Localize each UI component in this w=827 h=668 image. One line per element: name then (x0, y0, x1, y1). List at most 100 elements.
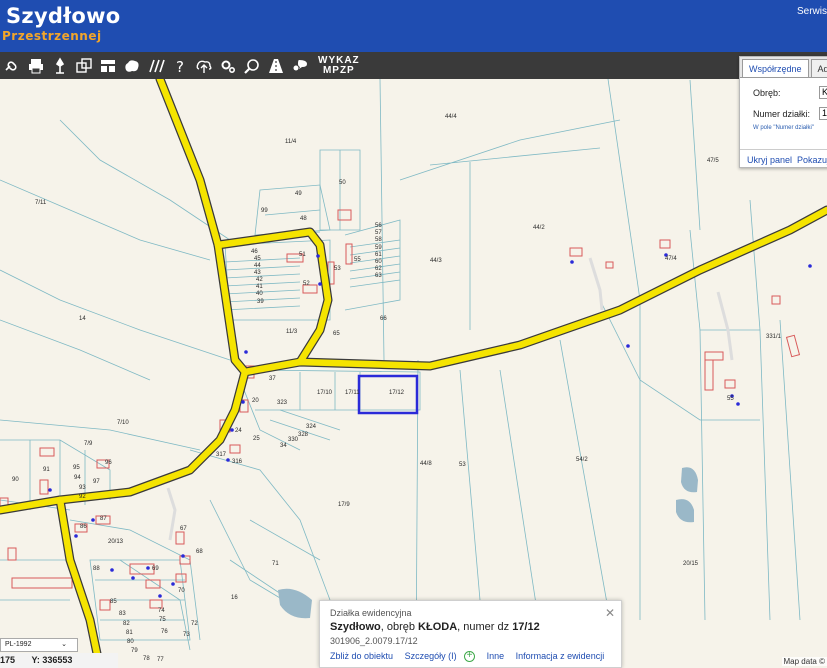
parcel-number-label: 63 (375, 273, 382, 279)
registry-info-link[interactable]: Informacja z ewidencji (516, 651, 605, 661)
pin-icon[interactable] (48, 54, 72, 78)
parcel-number-label: 80 (127, 639, 134, 645)
parcel-number-label: 20/13 (108, 539, 124, 545)
y-coordinate: 336553 (42, 655, 73, 665)
popup-number: 17/12 (512, 621, 540, 633)
parcel-number-label: 90 (12, 477, 19, 483)
parcel-number-label: 11/3 (286, 329, 298, 335)
cloud-upload-icon[interactable] (192, 54, 216, 78)
popup-links: Zbliż do obiektu Szczegóły (I) + Inne In… (330, 651, 613, 663)
road-icon[interactable] (264, 54, 288, 78)
layers-icon[interactable] (72, 54, 96, 78)
wykaz-mpzp-button[interactable]: WYKAZ MPZP (318, 54, 360, 76)
parcel-number-label: 91 (43, 467, 50, 473)
map-canvas[interactable]: 11/4 44/4 47/5 7/11 49 50 99 48 44/2 56 57 58 59 61 60… (0, 79, 827, 668)
wykaz-label: WYKAZ (318, 54, 360, 66)
parcel-number-field[interactable]: 1 (819, 107, 827, 120)
app-title: Szydłowo (6, 4, 121, 28)
parcel-number-label: 92 (79, 494, 86, 500)
parcel-number-label: 331/1 (766, 334, 782, 340)
parcel-number-label: 49 (295, 191, 302, 197)
parcel-number-label: 20/15 (683, 561, 699, 567)
parcel-number-label: 79 (131, 648, 138, 654)
parcel-number-label: Numer działki: (753, 109, 811, 119)
parcel-number-label: 94 (74, 475, 81, 481)
parcel-number-label: 34 (280, 443, 287, 449)
parcel-number-label: 323 (277, 400, 288, 406)
popup-title: Działka ewidencyjna (330, 608, 412, 618)
parcel-number-label: 95 (73, 465, 80, 471)
parcel-number-label: 17/11 (345, 390, 360, 396)
zoom-to-object-link[interactable]: Zbliż do obiektu (330, 651, 393, 661)
parcel-number-label: 17/10 (317, 390, 333, 396)
obreb-label: Obręb: (753, 88, 781, 98)
parcel-number-label: 48 (300, 216, 307, 222)
coordinate-readout: 175 Y: 336553 (0, 653, 118, 668)
parcel-number-label: 45 (254, 256, 261, 262)
parcel-number-label: 44 (254, 263, 261, 269)
parcel-number-label: 316 (232, 459, 243, 465)
close-icon[interactable]: ✕ (605, 606, 615, 620)
parcel-number-label: 37 (269, 376, 276, 382)
popup-obreb: KŁODA (418, 621, 458, 633)
other-link[interactable]: Inne (487, 651, 505, 661)
details-link[interactable]: Szczegóły (I) (405, 651, 457, 661)
parcel-number-label: 72 (191, 621, 198, 627)
show-link[interactable]: Pokazuj (797, 155, 827, 165)
parcel-number-label: 40 (256, 291, 263, 297)
popup-number-prefix: , numer dz (457, 621, 513, 633)
parcel-number-label: 69 (152, 566, 159, 572)
parcel-number-label: 83 (119, 611, 126, 617)
parcel-number-label: 17/9 (338, 502, 350, 508)
parcel-number-label: 328 (298, 432, 309, 438)
parcel-number-label: 11/4 (285, 139, 297, 145)
tab-address[interactable]: Ad (810, 59, 827, 77)
parcel-number-label: 93 (79, 485, 86, 491)
search-panel: Współrzędne Ad Obręb: K Numer działki: 1… (739, 56, 827, 168)
gears-icon[interactable] (216, 54, 240, 78)
parcel-number-label: 7/11 (35, 200, 47, 206)
parcel-number-label: 25 (253, 436, 260, 442)
parcel-number-label: 330 (288, 437, 299, 443)
parcel-number-label: 7/10 (117, 420, 129, 426)
tab-coordinates[interactable]: Współrzędne (742, 59, 809, 77)
parcel-number-label: 67 (180, 526, 187, 532)
parcel-number-label: 51 (299, 252, 306, 258)
parcel-number-label: 96 (105, 460, 112, 466)
comment-icon[interactable] (288, 54, 312, 78)
help-icon[interactable]: ? (168, 54, 192, 78)
print-icon[interactable] (24, 54, 48, 78)
cloud-shape-icon[interactable] (120, 54, 144, 78)
parcel-number-label: 87 (100, 516, 107, 522)
hide-panel-link[interactable]: Ukryj panel (747, 155, 792, 165)
parcel-number-label: 68 (196, 549, 203, 555)
parcel-number-label: 44/8 (420, 461, 432, 467)
parcel-number-label: 317 (216, 452, 227, 458)
parcel-number-label: 17/12 (389, 390, 405, 396)
cadastral-map: 11/4 44/4 47/5 7/11 49 50 99 48 44/2 565758 596160… (0, 79, 827, 668)
hatch-icon[interactable] (144, 54, 168, 78)
parcel-number-label: 97 (93, 479, 100, 485)
selected-parcel-outline (357, 374, 419, 415)
parcel-number-label: 20 (252, 398, 259, 404)
layout-icon[interactable] (96, 54, 120, 78)
parcel-number-label: 24 (235, 428, 242, 434)
parcel-number-label: 52 (303, 281, 310, 287)
parcel-number-label: 85 (110, 599, 117, 605)
popup-place: Szydłowo (330, 621, 381, 633)
parcel-number-label: 39 (257, 299, 264, 305)
service-link[interactable]: Serwis (797, 6, 827, 17)
x-coordinate: 175 (0, 655, 16, 665)
y-label: Y: (31, 655, 40, 665)
parcel-number-label: 55 (354, 257, 361, 263)
link-icon[interactable] (0, 54, 24, 78)
magnifier-icon[interactable] (240, 54, 264, 78)
crs-select[interactable]: PL-1992 ⌄ (0, 638, 78, 652)
plus-circle-icon[interactable]: + (464, 651, 476, 663)
parcel-number-label: 44/2 (533, 225, 545, 231)
obreb-field[interactable]: K (819, 86, 827, 99)
popup-obreb-prefix: , obręb (380, 621, 419, 633)
search-tabs: Współrzędne Ad (740, 57, 827, 78)
parcel-number-label: 42 (256, 277, 263, 283)
parcel-number-label: 56 (375, 223, 382, 229)
